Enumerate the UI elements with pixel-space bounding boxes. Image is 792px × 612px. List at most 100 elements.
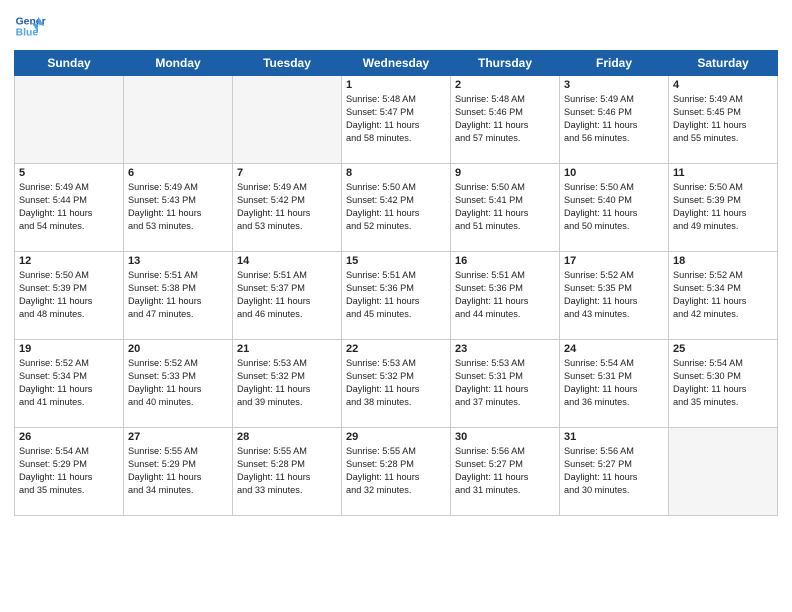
calendar-cell: 6Sunrise: 5:49 AM Sunset: 5:43 PM Daylig… xyxy=(124,164,233,252)
calendar-cell: 27Sunrise: 5:55 AM Sunset: 5:29 PM Dayli… xyxy=(124,428,233,516)
day-number: 20 xyxy=(128,343,228,355)
calendar-table: SundayMondayTuesdayWednesdayThursdayFrid… xyxy=(14,50,778,516)
calendar-cell: 4 Sunrise: 5:49 AM Sunset: 5:45 PM Daylig… xyxy=(669,76,778,164)
day-number: 1 xyxy=(346,79,446,91)
cell-content: Sunrise: 5:50 AM Sunset: 5:39 PM Dayligh… xyxy=(673,181,773,233)
day-number: 12 xyxy=(19,255,119,267)
calendar-cell: 16 Sunrise: 5:51 AM Sunset: 5:36 PM Dayli… xyxy=(451,252,560,340)
calendar-cell: 31 Sunrise: 5:56 AM Sunset: 5:27 PM Dayli… xyxy=(560,428,669,516)
page-container: General Blue SundayMondayTuesdayWednesda… xyxy=(0,0,792,522)
day-number: 15 xyxy=(346,255,446,267)
cell-content: Sunrise: 5:52 AM Sunset: 5:34 PM Dayligh… xyxy=(673,269,773,321)
cell-content: Sunrise: 5:51 AM Sunset: 5:38 PM Dayligh… xyxy=(128,269,228,321)
weekday-header-saturday: Saturday xyxy=(669,51,778,76)
cell-content: Sunrise: 5:49 AM Sunset: 5:45 PM Dayligh… xyxy=(673,93,773,145)
weekday-header-monday: Monday xyxy=(124,51,233,76)
day-number: 8 xyxy=(346,167,446,179)
day-number: 26 xyxy=(19,431,119,443)
calendar-week-4: 19 Sunrise: 5:52 AM Sunset: 5:34 PM Dayli… xyxy=(15,340,778,428)
calendar-cell: 10 Sunrise: 5:50 AM Sunset: 5:40 PM Dayli… xyxy=(560,164,669,252)
cell-content: Sunrise: 5:56 AM Sunset: 5:27 PM Dayligh… xyxy=(564,445,664,497)
calendar-cell: 23Sunrise: 5:53 AM Sunset: 5:31 PM Dayli… xyxy=(451,340,560,428)
cell-content: Sunrise: 5:52 AM Sunset: 5:34 PM Dayligh… xyxy=(19,357,119,409)
weekday-header-tuesday: Tuesday xyxy=(233,51,342,76)
weekday-header-friday: Friday xyxy=(560,51,669,76)
day-number: 17 xyxy=(564,255,664,267)
day-number: 18 xyxy=(673,255,773,267)
calendar-cell xyxy=(233,76,342,164)
calendar-cell: 14 Sunrise: 5:51 AM Sunset: 5:37 PM Dayli… xyxy=(233,252,342,340)
day-number: 25 xyxy=(673,343,773,355)
calendar-cell xyxy=(124,76,233,164)
day-number: 28 xyxy=(237,431,337,443)
calendar-week-2: 5 Sunrise: 5:49 AM Sunset: 5:44 PM Daylig… xyxy=(15,164,778,252)
day-number: 29 xyxy=(346,431,446,443)
day-number: 4 xyxy=(673,79,773,91)
day-number: 10 xyxy=(564,167,664,179)
day-number: 11 xyxy=(673,167,773,179)
day-number: 14 xyxy=(237,255,337,267)
calendar-cell: 28 Sunrise: 5:55 AM Sunset: 5:28 PM Dayli… xyxy=(233,428,342,516)
calendar-cell: 26 Sunrise: 5:54 AM Sunset: 5:29 PM Dayli… xyxy=(15,428,124,516)
day-number: 2 xyxy=(455,79,555,91)
calendar-cell: 3Sunrise: 5:49 AM Sunset: 5:46 PM Daylig… xyxy=(560,76,669,164)
calendar-cell: 25Sunrise: 5:54 AM Sunset: 5:30 PM Dayli… xyxy=(669,340,778,428)
weekday-header-row: SundayMondayTuesdayWednesdayThursdayFrid… xyxy=(15,51,778,76)
cell-content: Sunrise: 5:52 AM Sunset: 5:35 PM Dayligh… xyxy=(564,269,664,321)
day-number: 9 xyxy=(455,167,555,179)
cell-content: Sunrise: 5:56 AM Sunset: 5:27 PM Dayligh… xyxy=(455,445,555,497)
calendar-cell: 11 Sunrise: 5:50 AM Sunset: 5:39 PM Dayli… xyxy=(669,164,778,252)
calendar-cell: 29Sunrise: 5:55 AM Sunset: 5:28 PM Dayli… xyxy=(342,428,451,516)
calendar-cell: 9 Sunrise: 5:50 AM Sunset: 5:41 PM Daylig… xyxy=(451,164,560,252)
cell-content: Sunrise: 5:53 AM Sunset: 5:32 PM Dayligh… xyxy=(346,357,446,409)
cell-content: Sunrise: 5:49 AM Sunset: 5:43 PM Dayligh… xyxy=(128,181,228,233)
day-number: 19 xyxy=(19,343,119,355)
logo: General Blue xyxy=(14,10,48,42)
calendar-cell: 20 Sunrise: 5:52 AM Sunset: 5:33 PM Dayli… xyxy=(124,340,233,428)
calendar-cell: 12 Sunrise: 5:50 AM Sunset: 5:39 PM Dayli… xyxy=(15,252,124,340)
calendar-cell: 22Sunrise: 5:53 AM Sunset: 5:32 PM Dayli… xyxy=(342,340,451,428)
logo-icon: General Blue xyxy=(14,10,46,42)
weekday-header-thursday: Thursday xyxy=(451,51,560,76)
cell-content: Sunrise: 5:51 AM Sunset: 5:36 PM Dayligh… xyxy=(455,269,555,321)
cell-content: Sunrise: 5:54 AM Sunset: 5:31 PM Dayligh… xyxy=(564,357,664,409)
cell-content: Sunrise: 5:55 AM Sunset: 5:28 PM Dayligh… xyxy=(237,445,337,497)
day-number: 24 xyxy=(564,343,664,355)
cell-content: Sunrise: 5:50 AM Sunset: 5:40 PM Dayligh… xyxy=(564,181,664,233)
calendar-week-1: 1 Sunrise: 5:48 AM Sunset: 5:47 PM Daylig… xyxy=(15,76,778,164)
calendar-cell: 15 Sunrise: 5:51 AM Sunset: 5:36 PM Dayli… xyxy=(342,252,451,340)
cell-content: Sunrise: 5:53 AM Sunset: 5:32 PM Dayligh… xyxy=(237,357,337,409)
calendar-cell: 19 Sunrise: 5:52 AM Sunset: 5:34 PM Dayli… xyxy=(15,340,124,428)
cell-content: Sunrise: 5:52 AM Sunset: 5:33 PM Dayligh… xyxy=(128,357,228,409)
cell-content: Sunrise: 5:48 AM Sunset: 5:46 PM Dayligh… xyxy=(455,93,555,145)
cell-content: Sunrise: 5:55 AM Sunset: 5:29 PM Dayligh… xyxy=(128,445,228,497)
cell-content: Sunrise: 5:54 AM Sunset: 5:29 PM Dayligh… xyxy=(19,445,119,497)
cell-content: Sunrise: 5:51 AM Sunset: 5:37 PM Dayligh… xyxy=(237,269,337,321)
day-number: 31 xyxy=(564,431,664,443)
cell-content: Sunrise: 5:50 AM Sunset: 5:39 PM Dayligh… xyxy=(19,269,119,321)
day-number: 23 xyxy=(455,343,555,355)
calendar-cell: 21 Sunrise: 5:53 AM Sunset: 5:32 PM Dayli… xyxy=(233,340,342,428)
page-header: General Blue xyxy=(14,10,778,42)
svg-text:Blue: Blue xyxy=(16,28,39,39)
cell-content: Sunrise: 5:49 AM Sunset: 5:42 PM Dayligh… xyxy=(237,181,337,233)
cell-content: Sunrise: 5:48 AM Sunset: 5:47 PM Dayligh… xyxy=(346,93,446,145)
day-number: 3 xyxy=(564,79,664,91)
cell-content: Sunrise: 5:49 AM Sunset: 5:44 PM Dayligh… xyxy=(19,181,119,233)
calendar-cell: 7Sunrise: 5:49 AM Sunset: 5:42 PM Daylig… xyxy=(233,164,342,252)
calendar-cell: 1 Sunrise: 5:48 AM Sunset: 5:47 PM Daylig… xyxy=(342,76,451,164)
day-number: 30 xyxy=(455,431,555,443)
calendar-cell xyxy=(15,76,124,164)
day-number: 16 xyxy=(455,255,555,267)
calendar-cell: 18 Sunrise: 5:52 AM Sunset: 5:34 PM Dayli… xyxy=(669,252,778,340)
day-number: 5 xyxy=(19,167,119,179)
weekday-header-sunday: Sunday xyxy=(15,51,124,76)
calendar-cell: 17 Sunrise: 5:52 AM Sunset: 5:35 PM Dayli… xyxy=(560,252,669,340)
day-number: 21 xyxy=(237,343,337,355)
calendar-week-3: 12 Sunrise: 5:50 AM Sunset: 5:39 PM Dayli… xyxy=(15,252,778,340)
cell-content: Sunrise: 5:50 AM Sunset: 5:41 PM Dayligh… xyxy=(455,181,555,233)
calendar-cell: 24 Sunrise: 5:54 AM Sunset: 5:31 PM Dayli… xyxy=(560,340,669,428)
cell-content: Sunrise: 5:51 AM Sunset: 5:36 PM Dayligh… xyxy=(346,269,446,321)
calendar-cell: 5 Sunrise: 5:49 AM Sunset: 5:44 PM Daylig… xyxy=(15,164,124,252)
cell-content: Sunrise: 5:50 AM Sunset: 5:42 PM Dayligh… xyxy=(346,181,446,233)
